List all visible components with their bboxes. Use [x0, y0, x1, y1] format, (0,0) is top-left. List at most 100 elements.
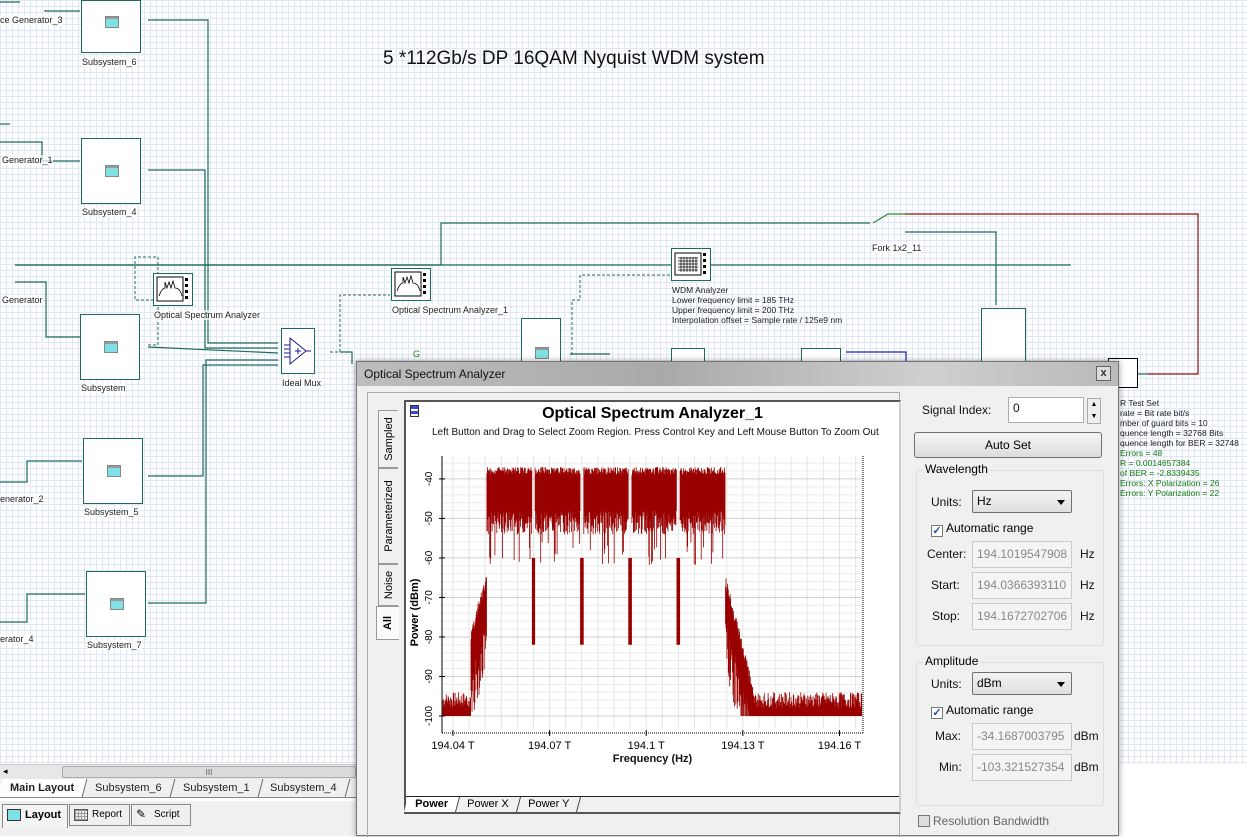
tab-subsystem-1[interactable]: Subsystem_1 [170, 779, 263, 797]
wavelength-units-label: Units: [931, 495, 962, 509]
tab-subsystem-6[interactable]: Subsystem_6 [82, 779, 176, 797]
subsystem-icon [535, 347, 549, 359]
max-input[interactable]: -34.1687003795 [972, 723, 1072, 750]
center-unit: Hz [1080, 547, 1095, 561]
stop-input[interactable]: 194.1672702706 [972, 603, 1072, 630]
min-input[interactable]: -103.321527354 [972, 754, 1072, 781]
subsystem-5-block[interactable] [83, 438, 143, 504]
y-tick-label: -70 [424, 590, 435, 605]
scrollbar-thumb[interactable]: III [62, 766, 356, 778]
tab-label: Layout [25, 809, 62, 821]
y-tick-label: -40 [424, 471, 435, 486]
tab-label: Noise [382, 570, 395, 600]
center-input[interactable]: 194.1019547908 [972, 541, 1072, 568]
y-tick-label: -80 [424, 629, 435, 644]
ber-test-set-annotation: R Test Set rate = Bit rate bit/s mber of… [1120, 398, 1239, 498]
tab-label: Script [154, 809, 180, 820]
close-button[interactable]: x [1096, 366, 1111, 381]
checkbox-label: Automatic range [946, 521, 1034, 535]
subsystem-icon [107, 465, 121, 477]
y-tick-label: -50 [424, 511, 435, 526]
spectrum-plot[interactable]: -40 -50 -60 -70 -80 -90 -100 194.04 T 194.07 T 19… [406, 444, 899, 819]
decoder-block[interactable] [981, 308, 1026, 368]
tab-report[interactable]: Report [69, 804, 130, 826]
checkbox-label: Resolution Bandwidth [933, 814, 1050, 828]
amplitude-units-select[interactable]: dBm [972, 672, 1072, 695]
wdm-analyzer-name: WDM Analyzer [672, 285, 729, 295]
tab-power[interactable]: Power [403, 797, 461, 812]
stop-label: Stop: [932, 609, 961, 623]
view-tabs: Layout Report ✎ Script [0, 801, 356, 836]
report-grid-icon [74, 809, 88, 821]
wavelength-auto-range-checkbox[interactable]: ✓ Automatic range [931, 521, 1033, 537]
scroll-left-arrow-icon[interactable]: ◂ [3, 766, 8, 777]
generator-1-label: Generator_1 [2, 155, 53, 165]
tab-power-x[interactable]: Power X [456, 797, 521, 812]
spin-up-icon[interactable]: ▲ [1088, 399, 1100, 411]
tab-label: Power X [467, 798, 509, 810]
subsystem-icon [110, 598, 124, 610]
chevron-down-icon [1057, 500, 1065, 505]
checkbox-checked-icon[interactable]: ✓ [931, 525, 943, 537]
wavelength-units-select[interactable]: Hz [972, 490, 1072, 513]
optical-spectrum-analyzer-1-label: Optical Spectrum Analyzer_1 [392, 305, 509, 315]
wdm-analyzer-param: Lower frequency limit = 185 THz [672, 295, 794, 305]
signal-index-input[interactable]: 0 [1008, 397, 1084, 423]
generator-4-label: erator_4 [0, 634, 34, 644]
graph-hint: Left Button and Drag to Select Zoom Regi… [432, 427, 879, 438]
signal-index-spinner[interactable]: ▲ ▼ [1087, 398, 1101, 424]
generator-3-label: ce Generator_3 [0, 15, 63, 25]
optical-spectrum-analyzer-block[interactable] [153, 273, 193, 306]
tab-label: Parameterized [382, 480, 395, 552]
subsystem-7-block[interactable] [86, 571, 146, 637]
tab-subsystem-4[interactable]: Subsystem_4 [258, 779, 351, 797]
horizontal-scrollbar[interactable]: ◂ III [0, 764, 356, 779]
tab-sampled[interactable]: Sampled [378, 410, 398, 468]
ber-result: of BER = -2.8339435 [1120, 468, 1200, 478]
resolution-bandwidth-checkbox[interactable]: Resolution Bandwidth [918, 814, 1049, 828]
spin-down-icon[interactable]: ▼ [1088, 411, 1100, 423]
subsystem-6-block[interactable] [81, 0, 141, 53]
y-tick-label: -90 [424, 669, 435, 684]
tab-all[interactable]: All [376, 606, 399, 640]
script-scroll-icon: ✎ [136, 807, 147, 821]
x-tick-label: 194.07 T [528, 740, 572, 752]
spectrum-icon [156, 276, 188, 302]
subsystem-4-block[interactable] [81, 138, 141, 204]
tab-layout[interactable]: Layout [2, 804, 68, 828]
start-unit: Hz [1080, 578, 1095, 592]
tab-power-y[interactable]: Power Y [516, 797, 581, 812]
ber-result: Errors = 48 [1120, 448, 1163, 458]
amplitude-units-value: dBm [977, 676, 1002, 690]
layout-title: 5 *112Gb/s DP 16QAM Nyquist WDM system [383, 48, 765, 69]
checkbox-icon[interactable] [918, 815, 930, 827]
ideal-mux-label: Ideal Mux [282, 378, 322, 388]
start-input[interactable]: 194.0366393110 [972, 572, 1072, 599]
wdm-analyzer-block[interactable] [671, 248, 711, 281]
dialog-title: Optical Spectrum Analyzer [364, 367, 506, 381]
tab-label: Subsystem_6 [95, 782, 162, 794]
ber-result: R = 0.0014657384 [1120, 458, 1191, 468]
wavelength-units-value: Hz [977, 494, 992, 508]
subsystem-5-label: Subsystem_5 [84, 507, 139, 517]
ber-result: Errors: Y Polarization = 22 [1120, 488, 1220, 498]
tab-noise[interactable]: Noise [378, 564, 398, 606]
amplitude-auto-range-checkbox[interactable]: ✓ Automatic range [931, 703, 1033, 719]
subsystem-block[interactable] [80, 314, 140, 380]
wdm-analyzer-param: Upper frequency limit = 200 THz [672, 305, 794, 315]
tab-label: Report [92, 809, 123, 820]
optical-spectrum-analyzer-1-block[interactable] [391, 268, 431, 301]
tab-parameterized[interactable]: Parameterized [378, 468, 398, 564]
spectrum-graph[interactable]: Optical Spectrum Analyzer_1 Left Button … [403, 400, 901, 814]
dialog-titlebar[interactable]: Optical Spectrum Analyzer x [357, 362, 1118, 386]
tab-script[interactable]: ✎ Script [131, 804, 191, 826]
optical-spectrum-analyzer-label: Optical Spectrum Analyzer [154, 310, 261, 320]
spectrum-icon [394, 271, 426, 297]
tab-main-layout[interactable]: Main Layout [0, 779, 88, 797]
fork-label: Fork 1x2_11 [872, 243, 922, 253]
generator-label: Generator [2, 295, 43, 305]
auto-set-button[interactable]: Auto Set [914, 432, 1102, 458]
ideal-mux-block[interactable] [281, 328, 315, 374]
checkbox-checked-icon[interactable]: ✓ [931, 707, 943, 719]
tab-label: All [382, 615, 394, 631]
